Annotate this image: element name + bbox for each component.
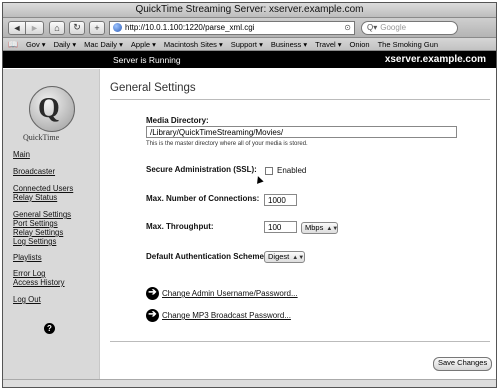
home-button[interactable]: ⌂ <box>49 20 65 35</box>
add-bookmark-button[interactable]: + <box>89 20 105 35</box>
auth-scheme-select[interactable]: Digest ▲▼ <box>264 251 305 263</box>
server-status: Server is Running <box>113 54 181 65</box>
max-connections-field[interactable]: 1000 <box>264 194 297 206</box>
media-directory-hint: This is the master directory where all o… <box>146 141 308 147</box>
footer-divider <box>110 341 490 342</box>
forward-button[interactable]: ► <box>26 20 44 35</box>
help-icon[interactable]: ? <box>44 323 55 334</box>
bookmark-onion[interactable]: Onion <box>350 40 370 49</box>
media-directory-field[interactable]: /Library/QuickTimeStreaming/Movies/ <box>146 126 457 138</box>
auth-scheme-value: Digest <box>268 252 290 261</box>
search-field[interactable]: Q▾ Google <box>361 20 458 35</box>
bookmarks-book-icon[interactable]: 📖 <box>8 40 18 49</box>
sidebar-item-log-out[interactable]: Log Out <box>13 295 41 304</box>
max-connections-label: Max. Number of Connections: <box>146 194 260 203</box>
browser-toolbar: ◄ ► ⌂ ↻ + http://10.0.1.100:1220/parse_x… <box>3 18 496 38</box>
sidebar-item-port-settings[interactable]: Port Settings <box>13 219 58 228</box>
change-mp3-password-link[interactable]: Change MP3 Broadcast Password... <box>162 311 291 320</box>
arrow-right-icon[interactable]: ➔ <box>146 309 159 322</box>
sidebar-item-connected-users[interactable]: Connected Users <box>13 184 73 193</box>
sidebar-item-relay-settings[interactable]: Relay Settings <box>13 228 63 237</box>
auth-scheme-label: Default Authentication Scheme: <box>146 252 267 261</box>
forward-icon: ► <box>30 22 39 33</box>
search-icon: Q▾ <box>367 23 378 32</box>
server-header: Server is Running xserver.example.com <box>3 51 496 68</box>
page-title: General Settings <box>110 82 196 94</box>
plus-icon: + <box>94 22 100 33</box>
sidebar-item-playlists[interactable]: Playlists <box>13 253 42 262</box>
sidebar-item-log-settings[interactable]: Log Settings <box>13 237 56 246</box>
throughput-unit-select[interactable]: Mbps ▲▼ <box>301 222 338 234</box>
page-content: Q QuickTime Main Broadcaster Connected U… <box>3 69 496 387</box>
status-bar <box>3 379 496 387</box>
back-button[interactable]: ◄ <box>8 20 26 35</box>
arrow-right-icon[interactable]: ➔ <box>146 287 159 300</box>
address-bar[interactable]: http://10.0.1.100:1220/parse_xml.cgi ⊙ <box>109 20 355 35</box>
server-host: xserver.example.com <box>384 54 486 65</box>
bookmark-mac-daily[interactable]: Mac Daily ▾ <box>84 40 123 49</box>
bookmark-support[interactable]: Support ▾ <box>231 40 263 49</box>
logo-text: QuickTime <box>23 133 60 142</box>
media-directory-label: Media Directory: <box>146 116 209 125</box>
window-title: QuickTime Streaming Server: xserver.exam… <box>3 3 496 18</box>
quicktime-q-icon: Q <box>38 93 60 124</box>
select-arrows-icon: ▲▼ <box>292 255 305 261</box>
sidebar-item-main[interactable]: Main <box>13 150 30 159</box>
quicktime-logo: Q <box>29 86 75 132</box>
nav-buttons: ◄ ► <box>8 20 44 35</box>
bookmark-daily[interactable]: Daily ▾ <box>54 40 77 49</box>
sidebar-item-error-log[interactable]: Error Log <box>13 269 46 278</box>
max-throughput-label: Max. Throughput: <box>146 222 214 231</box>
title-divider <box>110 99 490 100</box>
home-icon: ⌂ <box>54 22 60 33</box>
back-icon: ◄ <box>12 22 22 33</box>
sidebar: Q QuickTime Main Broadcaster Connected U… <box>3 69 100 387</box>
refresh-icon[interactable]: ⊙ <box>344 23 351 32</box>
settings-panel: General Settings Media Directory: /Libra… <box>100 69 496 387</box>
sidebar-item-general-settings[interactable]: General Settings <box>13 210 71 219</box>
bookmark-gov[interactable]: Gov ▾ <box>26 40 46 49</box>
max-throughput-field[interactable]: 100 <box>264 221 297 233</box>
bookmark-smoking-gun[interactable]: The Smoking Gun <box>378 40 438 49</box>
globe-icon <box>113 23 122 32</box>
bookmark-apple[interactable]: Apple ▾ <box>131 40 156 49</box>
bookmark-business[interactable]: Business ▾ <box>271 40 307 49</box>
sidebar-item-relay-status[interactable]: Relay Status <box>13 193 57 202</box>
throughput-unit-value: Mbps <box>305 223 324 232</box>
ssl-label: Secure Administration (SSL): <box>146 165 257 174</box>
bookmarks-bar: 📖 Gov ▾ Daily ▾ Mac Daily ▾ Apple ▾ Maci… <box>3 38 496 51</box>
change-admin-password-link[interactable]: Change Admin Username/Password... <box>162 289 298 298</box>
bookmark-macintosh-sites[interactable]: Macintosh Sites ▾ <box>164 40 223 49</box>
browser-window: QuickTime Streaming Server: xserver.exam… <box>2 2 497 388</box>
save-changes-button[interactable]: Save Changes <box>433 357 493 371</box>
ssl-enabled-label: Enabled <box>277 166 307 175</box>
address-text: http://10.0.1.100:1220/parse_xml.cgi <box>125 23 255 32</box>
search-placeholder: Google <box>380 23 407 32</box>
reload-icon: ↻ <box>73 22 81 32</box>
reload-button[interactable]: ↻ <box>69 20 85 35</box>
sidebar-item-access-history[interactable]: Access History <box>13 278 65 287</box>
select-arrows-icon: ▲▼ <box>326 226 339 232</box>
bookmark-travel[interactable]: Travel ▾ <box>315 40 341 49</box>
ssl-enabled-checkbox[interactable] <box>265 167 273 175</box>
sidebar-item-broadcaster[interactable]: Broadcaster <box>13 167 55 176</box>
